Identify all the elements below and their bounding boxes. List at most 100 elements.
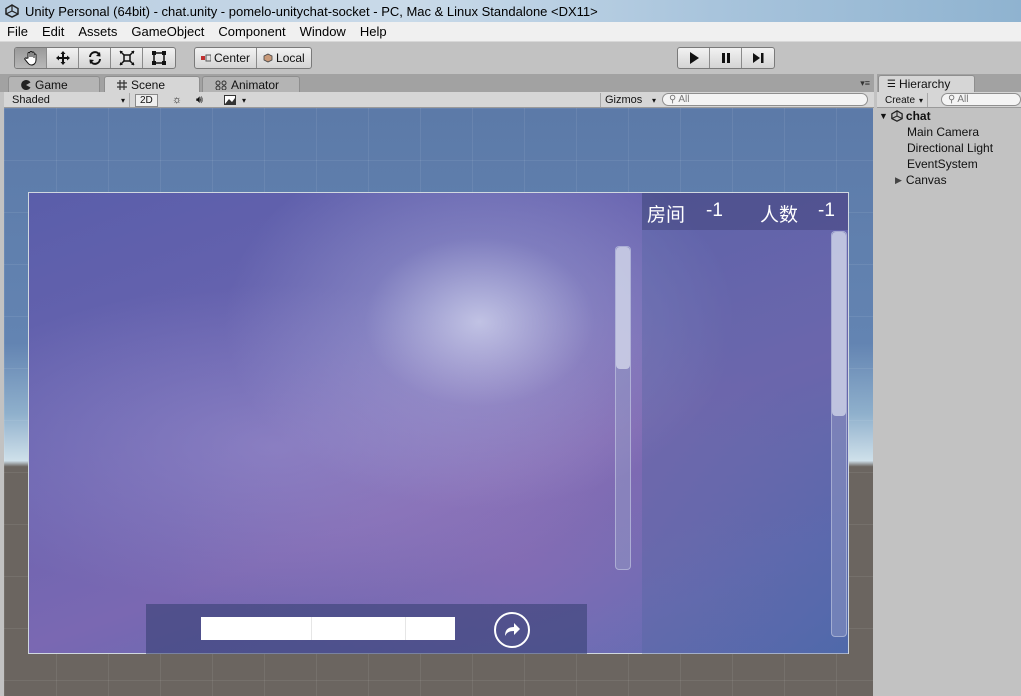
expand-arrow-icon[interactable]: ▼: [879, 111, 888, 121]
search-icon: ⚲: [669, 94, 677, 105]
step-icon: [753, 53, 764, 63]
dropdown-arrow-icon: ▾: [919, 95, 924, 105]
create-label: Create: [885, 94, 916, 106]
user-list-scrollbar[interactable]: [831, 231, 847, 637]
audio-toggle[interactable]: 🔊︎: [196, 93, 203, 107]
hierarchy-tab-label: Hierarchy: [898, 77, 951, 91]
hierarchy-item[interactable]: Directional Light: [907, 140, 993, 156]
editor-tabs: Game Scene Animator ▾≡: [0, 74, 874, 92]
menu-bar: File Edit Assets GameObject Component Wi…: [0, 22, 1021, 42]
pause-button[interactable]: [710, 48, 742, 68]
user-list-scrollbar-handle[interactable]: [832, 232, 846, 416]
scale-tool-button[interactable]: [111, 48, 143, 68]
user-list-panel: [642, 230, 848, 654]
dropdown-arrow-icon: ▾: [651, 95, 656, 105]
hierarchy-toolbar: Create ▾ ⚲ All: [877, 92, 1021, 108]
move-icon: [55, 51, 70, 65]
space-local-button[interactable]: Local: [257, 48, 311, 68]
hierarchy-item-label: Canvas: [905, 173, 947, 187]
menu-edit[interactable]: Edit: [35, 24, 71, 39]
rotate-tool-button[interactable]: [79, 48, 111, 68]
move-tool-button[interactable]: [47, 48, 79, 68]
animator-icon: [215, 80, 227, 90]
scene-toolbar: Shaded ▾ 2D ☼ 🔊︎ ▾ Gizmos ▾ ⚲ All: [4, 92, 874, 108]
tab-animator-label: Animator: [231, 77, 280, 92]
people-value: -1: [818, 200, 835, 221]
dropdown-arrow-icon: ▾: [120, 95, 125, 105]
hierarchy-list-icon: ☰: [887, 78, 896, 90]
hand-tool-button[interactable]: [15, 48, 47, 68]
transform-tools: [14, 47, 176, 69]
send-button[interactable]: [494, 612, 530, 648]
input-divider: [311, 617, 312, 640]
pivot-label: Center: [214, 51, 251, 65]
tab-game[interactable]: Game: [8, 76, 100, 92]
image-effects-icon: [224, 95, 236, 105]
toggle-2d-label: 2D: [135, 93, 158, 107]
collapse-arrow-icon[interactable]: ▶: [895, 175, 902, 186]
pivot-center-button[interactable]: Center: [195, 48, 258, 68]
playback-controls: [677, 47, 775, 69]
speaker-icon: 🔊︎: [196, 93, 203, 106]
tab-game-label: Game: [35, 77, 68, 92]
menu-help[interactable]: Help: [353, 24, 394, 39]
hierarchy-item[interactable]: Main Camera: [907, 124, 979, 140]
hierarchy-item-canvas[interactable]: ▶ Canvas: [895, 172, 947, 188]
hierarchy-tree: ▼ chat Main Camera Directional Light Eve…: [877, 108, 1021, 696]
scene-name: chat: [905, 109, 931, 123]
room-label: 房间: [647, 205, 686, 226]
gizmos-label: Gizmos: [605, 94, 643, 106]
title-bar: Unity Personal (64bit) - chat.unity - po…: [0, 0, 1021, 22]
send-arrow-icon: [505, 623, 520, 636]
people-label: 人数: [760, 205, 799, 226]
play-button[interactable]: [678, 48, 710, 68]
hierarchy-search-input[interactable]: ⚲ All: [941, 93, 1021, 106]
chat-scrollbar[interactable]: [615, 246, 631, 570]
hand-icon: [23, 51, 36, 66]
rotate-icon: [88, 51, 101, 65]
toggle-2d-button[interactable]: 2D: [135, 93, 158, 107]
pivot-toggles: Center Local: [194, 47, 312, 69]
rect-tool-button[interactable]: [143, 48, 175, 68]
scene-view[interactable]: 房间 -1 人数 -1: [4, 108, 873, 696]
unity-scene-icon: [891, 110, 903, 122]
scene-search-input[interactable]: ⚲ All: [662, 93, 868, 106]
menu-assets[interactable]: Assets: [71, 24, 124, 39]
chat-input-bar: [146, 604, 587, 654]
hierarchy-panel: ☰ Hierarchy Create ▾ ⚲ All ▼ chat Main C…: [877, 74, 1021, 696]
ui-canvas: 房间 -1 人数 -1: [28, 192, 849, 654]
create-dropdown[interactable]: Create ▾: [881, 93, 929, 107]
menu-file[interactable]: File: [0, 24, 35, 39]
tab-hierarchy[interactable]: ☰ Hierarchy: [878, 75, 975, 92]
tab-scene[interactable]: Scene: [104, 76, 200, 92]
hierarchy-tab-row: ☰ Hierarchy: [877, 74, 1021, 92]
menu-gameobject[interactable]: GameObject: [124, 24, 211, 39]
step-button[interactable]: [742, 48, 774, 68]
effects-dropdown[interactable]: ▾: [224, 93, 246, 107]
sun-icon: ☼: [172, 94, 183, 106]
chat-message-input[interactable]: [201, 617, 455, 640]
hierarchy-item[interactable]: EventSystem: [907, 156, 978, 172]
tab-animator[interactable]: Animator: [202, 76, 300, 92]
scale-icon: [118, 50, 135, 66]
rect-tool-icon: [152, 51, 166, 65]
scene-root-row[interactable]: ▼ chat: [879, 108, 931, 124]
play-icon: [689, 52, 699, 64]
window-title: Unity Personal (64bit) - chat.unity - po…: [25, 3, 598, 19]
gizmos-dropdown[interactable]: Gizmos ▾: [600, 93, 656, 107]
lighting-toggle[interactable]: ☼: [172, 93, 182, 107]
room-value: -1: [706, 200, 723, 221]
pivot-icon: [201, 54, 211, 62]
menu-window[interactable]: Window: [293, 24, 353, 39]
local-cube-icon: [263, 53, 273, 63]
shading-mode-dropdown[interactable]: Shaded ▾: [8, 93, 130, 107]
game-pacman-icon: [21, 79, 31, 90]
menu-component[interactable]: Component: [211, 24, 292, 39]
shading-mode-label: Shaded: [12, 94, 50, 106]
search-icon: ⚲: [948, 94, 956, 105]
scene-search-placeholder: All: [678, 94, 690, 105]
scene-grid-icon: [117, 79, 127, 90]
chat-scrollbar-handle[interactable]: [616, 247, 630, 369]
panel-menu-icon[interactable]: ▾≡: [860, 78, 870, 89]
dropdown-arrow-icon: ▾: [242, 95, 247, 105]
